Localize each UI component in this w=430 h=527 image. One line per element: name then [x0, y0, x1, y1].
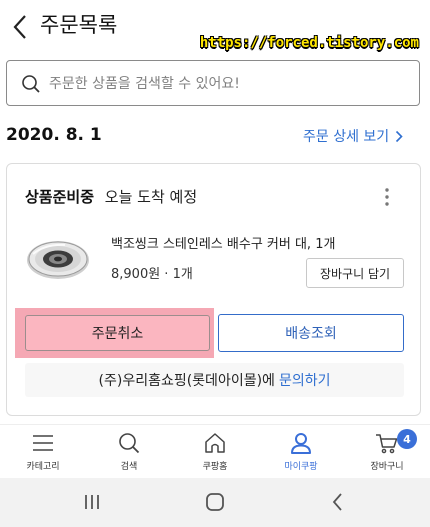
cart-icon — [376, 434, 398, 454]
tab-label: 쿠팡홈 — [202, 462, 228, 472]
order-detail-label: 주문 상세 보기 — [303, 129, 390, 145]
order-card: 상품준비중 오늘 도착 예정 백조씽크 스테인레스 배수구 커버 대, 1개 8… — [6, 163, 421, 416]
tab-home[interactable]: 쿠팡홈 — [172, 425, 258, 479]
arrival-estimate: 오늘 도착 예정 — [104, 188, 198, 206]
recents-icon[interactable] — [80, 490, 104, 514]
status-row: 상품준비중 오늘 도착 예정 — [25, 186, 197, 207]
search-input[interactable] — [49, 72, 409, 96]
search-icon — [22, 75, 40, 93]
search-icon — [119, 433, 140, 454]
order-status: 상품준비중 — [25, 188, 95, 206]
bottom-tab-bar: 카테고리 검색 쿠팡홈 마이쿠팡 4 장바구니 — [0, 424, 430, 478]
inquiry-link[interactable]: 문의하기 — [279, 370, 331, 390]
seller-inquiry-row: (주)우리홈쇼핑(롯데아이몰)에 문의하기 — [25, 363, 404, 397]
add-to-cart-button[interactable]: 장바구니 담기 — [306, 258, 404, 288]
cancel-order-button[interactable]: 주문취소 — [25, 315, 210, 351]
back-arrow-icon[interactable] — [10, 12, 32, 42]
person-icon — [291, 433, 311, 454]
back-icon[interactable] — [326, 490, 350, 514]
watermark-text: https://forced.tistory.com — [199, 35, 419, 51]
product-name[interactable]: 백조씽크 스테인레스 배수구 커버 대, 1개 — [111, 233, 335, 252]
cart-count-badge: 4 — [397, 429, 417, 449]
home-icon — [205, 433, 225, 453]
order-date: 2020. 8. 1 — [6, 125, 102, 145]
tab-label: 마이쿠팡 — [284, 462, 318, 472]
system-navigation-bar — [0, 478, 430, 527]
tab-label: 장바구니 — [370, 462, 404, 472]
chevron-right-icon — [396, 130, 403, 142]
home-icon[interactable] — [203, 490, 227, 514]
order-detail-link[interactable]: 주문 상세 보기 — [303, 126, 403, 146]
tab-my-coupang[interactable]: 마이쿠팡 — [258, 425, 344, 479]
tab-category[interactable]: 카테고리 — [0, 425, 86, 479]
tab-search[interactable]: 검색 — [86, 425, 172, 479]
tab-label: 검색 — [120, 462, 138, 472]
tab-label: 카테고리 — [26, 462, 60, 472]
header: 주문목록 https://forced.tistory.com — [0, 0, 430, 54]
product-image[interactable] — [25, 236, 91, 282]
product-price-qty: 8,900원 · 1개 — [111, 267, 193, 282]
track-shipping-button[interactable]: 배송조회 — [218, 314, 404, 352]
tab-cart[interactable]: 4 장바구니 — [344, 425, 430, 479]
menu-icon — [33, 435, 53, 451]
seller-name: (주)우리홈쇼핑(롯데아이몰)에 — [98, 373, 275, 389]
page-title: 주문목록 — [40, 13, 118, 37]
search-box[interactable] — [6, 60, 420, 106]
more-options-icon[interactable] — [381, 186, 393, 208]
